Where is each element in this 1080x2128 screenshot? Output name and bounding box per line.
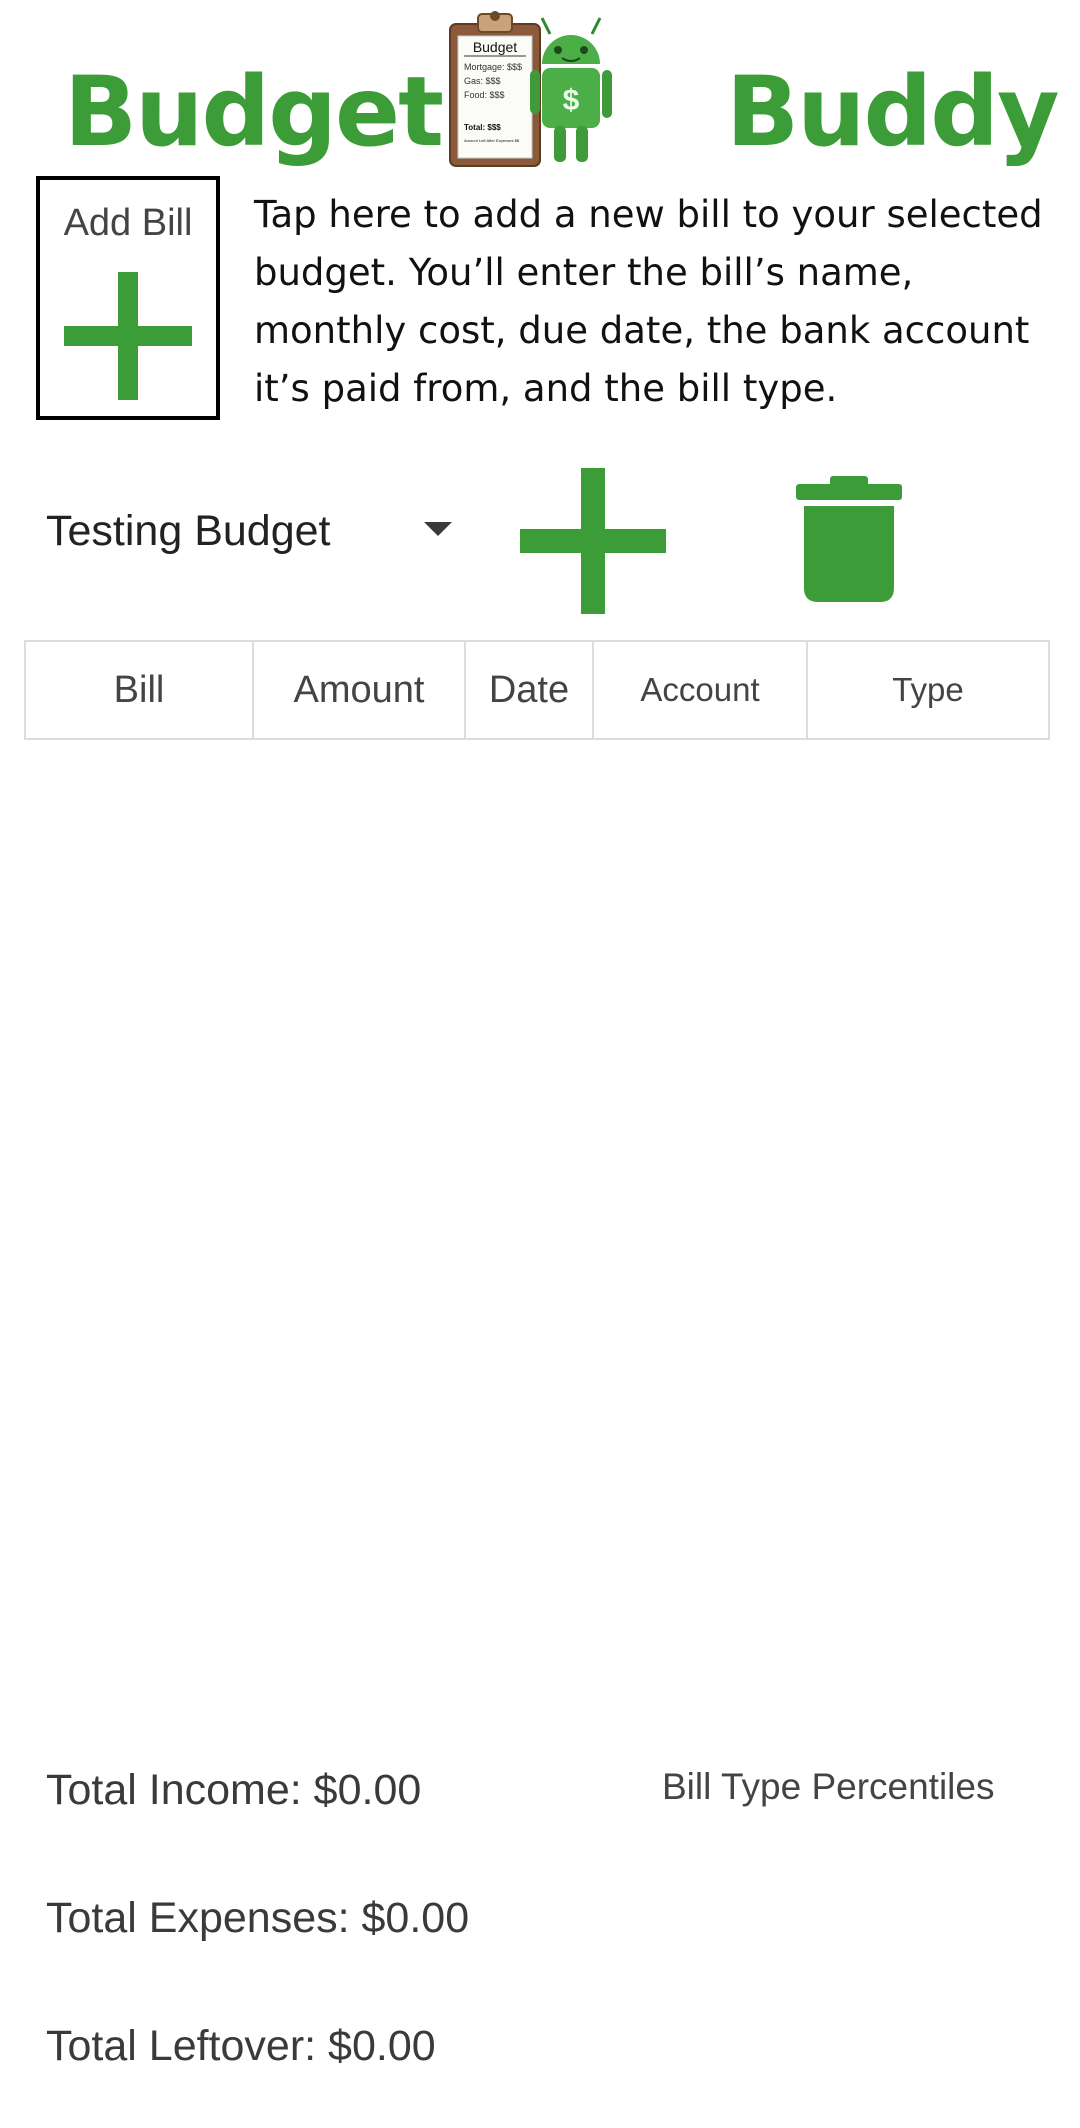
app-title-budget: Budget	[64, 56, 444, 168]
bill-type-percentiles-link[interactable]: Bill Type Percentiles	[662, 1766, 994, 1808]
column-header-date[interactable]: Date	[466, 642, 594, 738]
logo-line-3: Food: $$$	[464, 90, 505, 100]
logo-clipboard-title: Budget	[473, 39, 517, 55]
bill-table-header: Bill Amount Date Account Type	[24, 640, 1050, 740]
trash-icon	[796, 476, 902, 602]
logo-dollar-sign: $	[563, 84, 580, 117]
app-title-buddy: Buddy	[726, 56, 1060, 168]
total-leftover: Total Leftover: $0.00	[46, 2022, 436, 2070]
column-header-amount[interactable]: Amount	[254, 642, 466, 738]
plus-icon	[520, 468, 666, 614]
budget-dropdown-value: Testing Budget	[46, 506, 331, 555]
delete-budget-button[interactable]	[796, 476, 902, 602]
column-header-type[interactable]: Type	[808, 642, 1048, 738]
add-budget-button[interactable]	[520, 468, 666, 614]
column-header-bill[interactable]: Bill	[26, 642, 254, 738]
dropdown-caret-icon	[424, 522, 452, 536]
add-bill-label: Add Bill	[63, 202, 193, 244]
plus-icon	[64, 272, 192, 400]
total-expenses: Total Expenses: $0.00	[46, 1894, 470, 1942]
clipboard-android-logo-icon: Budget Mortgage: $$$ Gas: $$$ Food: $$$ …	[449, 11, 612, 167]
column-header-account[interactable]: Account	[594, 642, 808, 738]
logo-total: Total: $$$	[464, 123, 501, 132]
add-bill-tutorial-text: Tap here to add a new bill to your selec…	[254, 193, 1043, 410]
logo-line-1: Mortgage: $$$	[464, 62, 522, 72]
total-income: Total Income: $0.00	[46, 1766, 422, 1814]
app-logo: Budget Mortgage: $$$ Gas: $$$ Food: $$$ …	[442, 6, 638, 170]
logo-footer: Amount Left After Expenses $$	[464, 138, 520, 143]
budget-dropdown[interactable]: Testing Budget	[46, 496, 466, 566]
logo-line-2: Gas: $$$	[464, 76, 501, 86]
add-bill-tutorial-button[interactable]: Add Bill	[36, 176, 220, 420]
